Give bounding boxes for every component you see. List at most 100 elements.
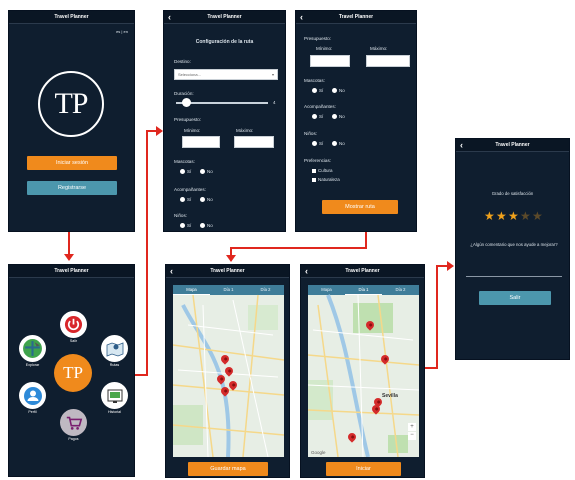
acompanantes-radio-si[interactable]: Sí xyxy=(312,114,323,120)
back-arrow-icon[interactable]: ‹ xyxy=(460,139,463,151)
map-view[interactable]: Mapa Día 1 Día 2 Sevilla + − Google xyxy=(308,285,419,457)
history-icon[interactable] xyxy=(101,382,128,409)
config-heading: Configuración de la ruta xyxy=(195,39,254,45)
map-city-label: Sevilla xyxy=(382,393,398,399)
pref-naturaleza-checkbox[interactable]: Naturaleza xyxy=(312,177,340,182)
app-title: Travel Planner xyxy=(54,14,89,20)
star-icon-2[interactable]: ★ xyxy=(496,210,507,222)
zoom-out-button[interactable]: − xyxy=(408,432,416,440)
max-budget-input[interactable] xyxy=(366,55,410,67)
duration-slider-thumb[interactable] xyxy=(182,98,191,107)
satisfaction-heading: Grado de satisfacción xyxy=(491,191,534,196)
arrow-head-icon xyxy=(64,254,74,261)
mascotas-label: Mascotas: xyxy=(304,78,325,83)
ninos-radio-si[interactable]: Sí xyxy=(312,141,323,147)
app-title: Travel Planner xyxy=(345,268,380,274)
map-route-icon[interactable] xyxy=(101,335,128,362)
power-icon[interactable] xyxy=(60,311,87,338)
ninos-label: Niños: xyxy=(174,213,188,218)
maximo-label: Máximo: xyxy=(370,46,388,51)
back-arrow-icon[interactable]: ‹ xyxy=(170,265,173,277)
login-button[interactable]: Iniciar sesión xyxy=(27,156,117,170)
acompanantes-label: Acompañantes: xyxy=(304,104,336,109)
logo: TP xyxy=(38,71,104,137)
app-title-bar: Travel Planner xyxy=(9,265,134,278)
mascotas-radio-si[interactable]: Sí xyxy=(312,88,323,94)
mascotas-radio-no[interactable]: No xyxy=(332,88,345,94)
cart-icon[interactable] xyxy=(60,409,87,436)
destino-select[interactable]: Selecciona... ▾ xyxy=(174,69,278,80)
screen-map-day: ‹ Travel Planner Mapa Día 1 Día 2 Sevilla… xyxy=(300,264,425,478)
app-title: Travel Planner xyxy=(338,14,374,20)
app-title-bar: Travel Planner xyxy=(9,11,134,24)
back-arrow-icon[interactable]: ‹ xyxy=(300,11,303,23)
min-budget-input[interactable] xyxy=(182,136,220,148)
maximo-label: Máximo: xyxy=(236,128,254,133)
language-switch[interactable]: es | en xyxy=(116,29,128,34)
star-icon-4[interactable]: ★ xyxy=(520,210,531,222)
back-arrow-icon[interactable]: ‹ xyxy=(305,265,308,277)
screen-route-config: ‹ Travel Planner Configuración de la ruta… xyxy=(163,10,286,232)
app-title-bar: ‹ Travel Planner xyxy=(164,11,285,24)
arrow-head-icon xyxy=(226,255,236,262)
star-icon-1[interactable]: ★ xyxy=(484,210,495,222)
app-title-bar: ‹ Travel Planner xyxy=(166,265,289,278)
app-title-bar: ‹ Travel Planner xyxy=(296,11,416,24)
minimo-label: Mínimo: xyxy=(316,46,333,51)
exit-button[interactable]: Salir xyxy=(479,291,551,305)
mascotas-label: Mascotas: xyxy=(174,159,195,164)
mascotas-radio-si[interactable]: Sí xyxy=(180,169,191,175)
map-roads xyxy=(308,294,419,457)
acompanantes-radio-si[interactable]: Sí xyxy=(180,197,191,203)
save-map-button[interactable]: Guardar mapa xyxy=(188,462,268,476)
acompanantes-radio-no[interactable]: No xyxy=(200,197,213,203)
acompanantes-label: Acompañantes: xyxy=(174,187,206,192)
star-icon-3[interactable]: ★ xyxy=(508,210,519,222)
logo-text: TP xyxy=(63,363,83,382)
app-title: Travel Planner xyxy=(495,142,530,148)
explore-icon[interactable] xyxy=(19,335,46,362)
feedback-question: ¿Algún comentario que nos ayude a mejora… xyxy=(470,242,558,247)
back-arrow-icon[interactable]: ‹ xyxy=(168,11,171,23)
ninos-radio-si[interactable]: Sí xyxy=(180,223,191,229)
menu-label-rutas: Rutas xyxy=(109,363,120,367)
star-icon-5[interactable]: ★ xyxy=(532,210,543,222)
duration-value: 4 xyxy=(273,100,276,105)
app-title: Travel Planner xyxy=(210,268,245,274)
map-view[interactable]: Mapa Día 1 Día 2 xyxy=(173,285,284,457)
menu-label-pagos: Pagos xyxy=(68,437,79,441)
flow-arrow-2b xyxy=(146,130,148,376)
zoom-in-button[interactable]: + xyxy=(408,423,416,431)
flow-arrow-3b xyxy=(230,247,367,249)
start-button[interactable]: Iniciar xyxy=(326,462,401,476)
ninos-label: Niños: xyxy=(304,131,318,136)
ninos-radio-no[interactable]: No xyxy=(200,223,213,229)
profile-icon[interactable] xyxy=(19,382,46,409)
flow-arrow-1 xyxy=(68,232,70,256)
minimo-label: Mínimo: xyxy=(184,128,201,133)
acompanantes-radio-no[interactable]: No xyxy=(332,114,345,120)
max-budget-input[interactable] xyxy=(234,136,274,148)
menu-label-perfil: Perfil xyxy=(28,410,37,414)
screen-satisfaction: ‹ Travel Planner Grado de satisfacción ★ … xyxy=(455,138,570,360)
presupuesto-label: Presupuesto: xyxy=(174,117,202,122)
register-button[interactable]: Registrarse xyxy=(27,181,117,195)
show-route-button[interactable]: Mostrar ruta xyxy=(322,200,398,214)
pref-cultura-checkbox[interactable]: Cultura xyxy=(312,168,333,173)
app-title: Travel Planner xyxy=(207,14,242,20)
menu-label-explorar: Explorar xyxy=(25,363,40,367)
min-budget-input[interactable] xyxy=(310,55,350,67)
feedback-input[interactable] xyxy=(466,276,562,277)
menu-label-salir: Salir xyxy=(69,339,78,343)
logo[interactable]: TP xyxy=(54,354,92,392)
destino-placeholder: Selecciona... xyxy=(178,72,201,77)
destino-label: Destino: xyxy=(174,59,191,64)
ninos-radio-no[interactable]: No xyxy=(332,141,345,147)
screen-route-config-scrolled: ‹ Travel Planner Presupuesto: Mínimo: Máx… xyxy=(295,10,417,232)
map-credit: Google xyxy=(311,450,326,455)
app-title-bar: ‹ Travel Planner xyxy=(301,265,424,278)
mascotas-radio-no[interactable]: No xyxy=(200,169,213,175)
arrow-head-icon xyxy=(156,126,163,136)
presupuesto-label: Presupuesto: xyxy=(304,36,332,41)
screen-map-overview: ‹ Travel Planner Mapa Día 1 Día 2 Guardar… xyxy=(165,264,290,478)
